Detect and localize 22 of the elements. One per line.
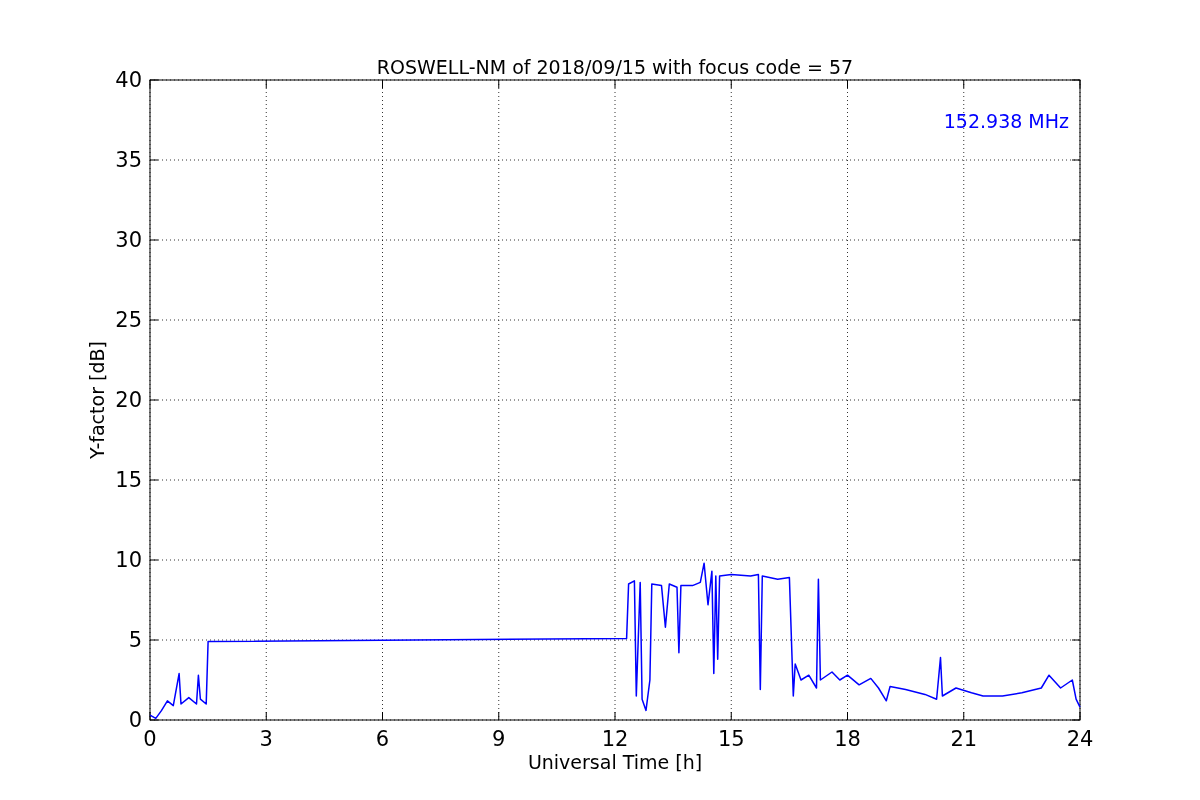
x-axis-label: Universal Time [h]: [527, 751, 703, 773]
y-axis-label: Y-factor [dB]: [86, 341, 108, 459]
y-tick-label: 20: [115, 388, 142, 412]
x-tick-label: 0: [143, 727, 157, 751]
x-tick-label: 15: [717, 727, 745, 751]
chart-title: ROSWELL-NM of 2018/09/15 with focus code = 57: [376, 56, 854, 78]
x-tick-label: 6: [375, 727, 390, 751]
x-tick-label: 18: [834, 727, 861, 751]
legend-label: 152.938 MHz: [943, 110, 1069, 132]
y-tick-label: 30: [115, 228, 142, 252]
x-tick-label: 3: [259, 727, 273, 751]
y-tick-label: 10: [115, 548, 142, 572]
y-tick-label: 40: [115, 68, 142, 92]
x-tick-label: 12: [601, 727, 629, 751]
y-tick-label: 25: [115, 308, 142, 332]
y-tick-label: 0: [128, 708, 142, 732]
x-tick-label: 24: [1066, 727, 1094, 751]
y-tick-label: 15: [115, 468, 142, 492]
y-tick-label: 5: [128, 628, 142, 652]
x-tick-label: 21: [950, 727, 978, 751]
y-tick-label: 35: [115, 148, 142, 172]
x-tick-label: 9: [492, 727, 506, 751]
